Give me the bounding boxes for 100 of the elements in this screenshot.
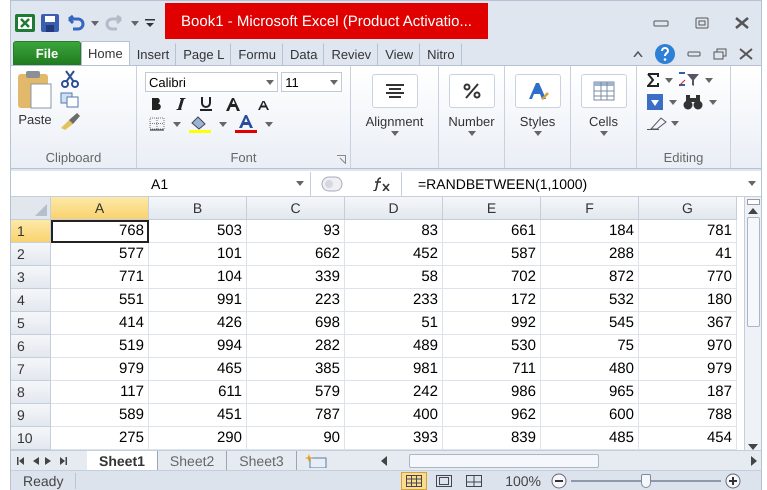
column-header[interactable]: A <box>51 197 149 220</box>
insert-function-icon[interactable] <box>373 176 391 190</box>
column-header[interactable]: F <box>541 197 639 220</box>
table-cell: 104 <box>149 266 247 289</box>
table-cell: 698 <box>247 312 345 335</box>
column-header[interactable]: G <box>639 197 737 220</box>
zoom-in-icon[interactable] <box>725 472 741 488</box>
table-cell: 51 <box>345 312 443 335</box>
caret-icon[interactable] <box>330 80 338 84</box>
ribbon-button[interactable]: Alignment <box>364 74 426 164</box>
close-icon[interactable] <box>735 17 749 29</box>
minimize-icon[interactable] <box>687 50 701 58</box>
undo-icon[interactable] <box>65 15 85 31</box>
caret-icon[interactable] <box>671 120 679 126</box>
caret-icon[interactable] <box>173 122 181 126</box>
name-box[interactable]: A1 <box>11 172 311 196</box>
caret-icon[interactable] <box>131 20 139 26</box>
zoom-out-icon[interactable] <box>551 472 567 488</box>
font-name-field[interactable]: Calibri <box>145 72 278 92</box>
percent-icon[interactable] <box>462 83 480 99</box>
sheet-tab[interactable]: Sheet1 <box>87 450 158 470</box>
caret-icon[interactable] <box>665 78 673 82</box>
last-sheet-icon[interactable] <box>57 456 67 464</box>
formula-field[interactable]: =RANDBETWEEN(1,1000) <box>401 172 743 196</box>
dialog-launcher-icon[interactable] <box>337 155 346 164</box>
align-center-icon[interactable] <box>386 84 404 98</box>
column-header[interactable]: E <box>443 197 541 220</box>
eraser-icon[interactable] <box>647 116 667 130</box>
caret-icon[interactable] <box>91 20 99 26</box>
brush-icon[interactable] <box>59 112 81 130</box>
next-sheet-icon[interactable] <box>45 456 51 464</box>
save-icon[interactable] <box>41 14 59 32</box>
row-header[interactable]: 2 <box>11 243 51 266</box>
scroll-thumb[interactable] <box>408 454 599 468</box>
italic-icon[interactable] <box>176 97 186 110</box>
caret-icon[interactable] <box>534 131 542 136</box>
previous-sheet-icon[interactable] <box>33 456 39 464</box>
column-header[interactable]: C <box>247 197 345 220</box>
scroll-thumb[interactable] <box>746 217 760 327</box>
table-icon[interactable] <box>592 81 614 101</box>
close-icon[interactable] <box>739 48 753 60</box>
row-header[interactable]: 5 <box>11 312 51 335</box>
caret-icon[interactable] <box>390 131 398 136</box>
table-cell: 970 <box>639 335 737 358</box>
scroll-right-icon[interactable] <box>751 456 757 466</box>
scroll-left-icon[interactable] <box>380 456 387 466</box>
row-header[interactable]: 8 <box>11 381 51 404</box>
row-header[interactable]: 6 <box>11 335 51 358</box>
caret-icon[interactable] <box>265 122 273 126</box>
split-handle-icon[interactable] <box>746 199 760 205</box>
view-button[interactable] <box>401 472 428 490</box>
restore-icon[interactable] <box>713 48 727 60</box>
fill-down-icon[interactable] <box>647 94 663 110</box>
slider-thumb[interactable] <box>641 474 651 488</box>
caret-icon[interactable] <box>266 80 274 84</box>
row-header[interactable]: 4 <box>11 289 51 312</box>
sort-filter-icon[interactable] <box>679 72 699 88</box>
paste-button[interactable]: Paste <box>15 70 55 146</box>
font-size-field[interactable]: 11 <box>281 72 342 92</box>
insert-sheet-icon[interactable] <box>304 454 327 468</box>
caret-icon[interactable] <box>468 131 476 136</box>
font-color-icon[interactable] <box>235 115 257 133</box>
sum-icon[interactable] <box>647 73 659 87</box>
file-tab[interactable]: File <box>13 41 81 65</box>
caret-icon[interactable] <box>296 181 304 186</box>
row-header[interactable]: 10 <box>11 427 51 450</box>
row-header[interactable]: 1 <box>11 220 51 243</box>
ribbon-button[interactable]: Number <box>446 74 497 164</box>
ribbon-button[interactable]: Cells <box>578 74 628 164</box>
maximize-icon[interactable] <box>695 17 709 29</box>
caret-icon[interactable] <box>600 131 608 136</box>
column-header[interactable]: D <box>345 197 443 220</box>
binoculars-icon[interactable] <box>683 94 703 110</box>
bold-icon[interactable] <box>151 97 162 110</box>
styles-icon[interactable] <box>526 81 548 101</box>
row-header[interactable]: 7 <box>11 358 51 381</box>
help-icon[interactable] <box>655 44 675 64</box>
ribbon-tab[interactable]: Home <box>81 41 130 65</box>
underline-icon[interactable] <box>200 96 212 111</box>
minimize-icon[interactable] <box>653 18 669 28</box>
caret-icon[interactable] <box>219 122 227 126</box>
ribbon-button[interactable]: Styles <box>512 74 562 164</box>
first-sheet-icon[interactable] <box>17 456 27 464</box>
fill-color-icon[interactable] <box>189 115 211 133</box>
expand-icon[interactable] <box>748 181 756 186</box>
borders-icon[interactable] <box>149 117 165 131</box>
scroll-up-icon[interactable] <box>748 208 758 214</box>
caret-icon[interactable] <box>709 100 717 104</box>
row-header[interactable]: 3 <box>11 266 51 289</box>
caret-icon[interactable] <box>669 100 677 104</box>
column-header[interactable]: B <box>149 197 247 220</box>
copy-icon[interactable] <box>60 92 80 108</box>
splitter-handle-icon[interactable] <box>321 176 343 192</box>
collapse-ribbon-icon[interactable] <box>633 51 643 57</box>
cut-icon[interactable] <box>61 70 79 88</box>
customize-menu-icon[interactable] <box>145 19 155 27</box>
caret-icon[interactable] <box>705 78 713 82</box>
table-cell: 187 <box>639 381 737 404</box>
row-header[interactable]: 9 <box>11 404 51 427</box>
excel-logo-icon[interactable] <box>15 14 35 32</box>
